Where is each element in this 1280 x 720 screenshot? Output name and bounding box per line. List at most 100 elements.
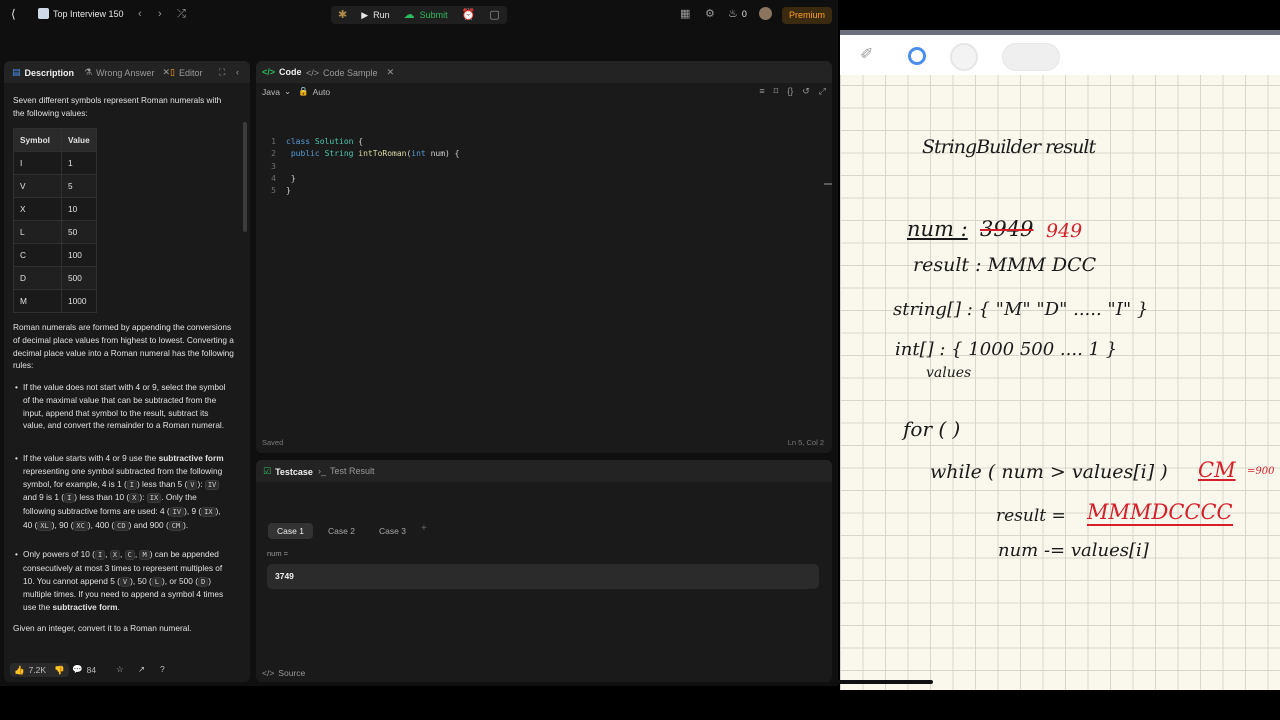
table-cell: V <box>13 174 62 198</box>
timer-button[interactable]: ⏰ <box>455 6 483 24</box>
close-icon[interactable]: ✕ <box>387 67 395 78</box>
table-row: X 10 <box>13 197 97 221</box>
close-icon[interactable]: ✕ <box>162 67 170 78</box>
lock-icon: 🔒 <box>298 86 309 96</box>
home-indicator <box>838 680 933 684</box>
note-line: CM <box>1198 458 1236 482</box>
streak-button[interactable]: ♨ 0 <box>728 8 747 20</box>
description-footer: 👍 7.2K 👎 💬 84 ☆ ↗ ? <box>4 658 250 682</box>
table-row: L 50 <box>13 220 97 244</box>
settings-button[interactable]: ⚙ <box>705 8 715 20</box>
tab-code[interactable]: </> Code <box>262 67 302 77</box>
source-label: Source <box>278 668 306 678</box>
notes-button[interactable]: ▢ <box>482 6 506 24</box>
pattern-swatch[interactable] <box>1002 43 1060 71</box>
code-editor[interactable]: 1 class Solution { 2 public String intToR… <box>262 136 459 197</box>
white-color-swatch[interactable] <box>950 43 978 71</box>
expand-panel-button[interactable]: ⛶ <box>219 67 225 78</box>
chevron-left-icon: ‹ <box>236 67 239 77</box>
book-icon: ▯ <box>170 67 175 77</box>
layout-button[interactable]: ▦ <box>680 8 690 20</box>
bug-icon: ✱ <box>338 9 348 21</box>
problem-intro: Seven different symbols represent Roman … <box>13 95 222 118</box>
tab-code-sample[interactable]: </> Code Sample ✕ <box>306 67 394 78</box>
next-problem-button[interactable]: › <box>158 8 162 20</box>
tab-case-2[interactable]: Case 2 <box>319 523 364 539</box>
favorite-button[interactable]: ☆ <box>116 664 124 675</box>
like-button[interactable]: 👍 7.2K 👎 <box>10 663 69 677</box>
tab-editorial-label: Editor <box>178 67 203 78</box>
table-row: C 100 <box>13 243 97 267</box>
share-button[interactable]: ↗ <box>138 664 145 675</box>
comments-button[interactable]: 💬 84 <box>72 664 96 675</box>
terminal-icon: ›_ <box>318 466 327 476</box>
tab-test-result[interactable]: ›_ Test Result <box>318 466 375 476</box>
run-button[interactable]: ▶ Run <box>354 6 396 24</box>
source-button[interactable]: </> Source <box>262 668 305 678</box>
tab-test-result-label: Test Result <box>330 466 375 476</box>
table-row: I1 <box>13 151 97 175</box>
grid-icon: ▦ <box>680 8 691 20</box>
thumbs-up-icon: 👍 <box>14 664 25 675</box>
tab-description[interactable]: ▤ Description <box>12 67 74 78</box>
note-line: while ( num > values[i] ) <box>930 461 1168 483</box>
note-line: result : MMM DCC <box>913 254 1097 276</box>
auto-mode-toggle[interactable]: 🔒 Auto <box>298 86 330 97</box>
note-line: num -= values[i] <box>998 540 1149 561</box>
table-cell: 10 <box>61 197 97 221</box>
leetcode-logo-icon[interactable]: ⟨ <box>11 8 16 20</box>
code-line: 2 public String intToRoman(int num) { <box>271 149 460 159</box>
tab-wrong-answer[interactable]: ⚗ Wrong Answer ✕ <box>84 67 170 78</box>
bookmark-icon[interactable]: ⌑ <box>774 86 779 97</box>
prev-problem-button[interactable]: ‹ <box>138 8 142 20</box>
list-icon <box>38 8 49 19</box>
table-cell: C <box>13 243 62 267</box>
table-header: Symbol <box>13 128 62 152</box>
table-cell: 5 <box>61 174 97 198</box>
notes-canvas[interactable] <box>840 30 1280 690</box>
table-cell: 1000 <box>61 289 97 313</box>
language-select[interactable]: Java ⌄ <box>262 86 291 97</box>
table-header: Value <box>61 128 97 152</box>
note-line: 3949 <box>980 217 1034 241</box>
braces-icon[interactable]: {} <box>787 86 793 97</box>
cloud-upload-icon: ☁ <box>403 9 415 21</box>
problem-list-button[interactable]: Top Interview 150 <box>38 8 124 19</box>
add-case-button[interactable]: + <box>421 523 427 534</box>
table-cell: X <box>13 197 62 221</box>
rules-paragraph: Roman numerals are formed by appending t… <box>13 322 234 371</box>
num-input[interactable]: 3749 <box>267 564 819 589</box>
tab-case-1[interactable]: Case 1 <box>268 523 313 539</box>
reset-icon[interactable]: ↺ <box>802 86 810 97</box>
table-cell: 100 <box>61 243 97 267</box>
format-icon[interactable]: ≡ <box>759 86 764 97</box>
eraser-icon[interactable]: ✐ <box>860 44 873 64</box>
code-tabs: </> Code </> Code Sample ✕ <box>256 61 832 83</box>
problem-list-title: Top Interview 150 <box>53 8 124 19</box>
input-var-label: num = <box>267 549 289 558</box>
premium-button[interactable]: Premium <box>782 7 833 24</box>
fullscreen-icon[interactable]: ⤢ <box>819 86 826 97</box>
note-line: MMMDCCCC <box>1087 500 1233 526</box>
debug-button[interactable]: ✱ <box>331 6 354 24</box>
tab-testcase[interactable]: ☑ Testcase <box>263 466 313 477</box>
blue-color-swatch[interactable] <box>908 47 926 65</box>
thumbs-down-icon[interactable]: 👎 <box>54 665 65 676</box>
rule-item: Only powers of 10 (I, X, C, M) can be ap… <box>15 548 229 614</box>
tab-case-3[interactable]: Case 3 <box>370 523 415 539</box>
play-icon: ▶ <box>361 10 369 20</box>
scrollbar[interactable] <box>243 122 247 232</box>
chevron-right-icon: › <box>158 8 162 20</box>
tab-editorial[interactable]: ▯ Editor <box>170 67 202 78</box>
rule-item: If the value does not start with 4 or 9,… <box>15 381 229 432</box>
avatar[interactable] <box>759 7 772 20</box>
table-cell: M <box>13 289 62 313</box>
note-line: for ( ) <box>903 417 961 441</box>
shuffle-button[interactable]: ⤮ <box>177 8 186 20</box>
comment-icon: 💬 <box>72 664 83 674</box>
submit-button[interactable]: ☁ Submit <box>397 6 455 24</box>
collapse-panel-button[interactable]: ‹ <box>236 67 239 77</box>
scrollbar[interactable] <box>824 183 832 185</box>
help-button[interactable]: ? <box>160 664 165 674</box>
share-icon: ↗ <box>138 664 146 674</box>
